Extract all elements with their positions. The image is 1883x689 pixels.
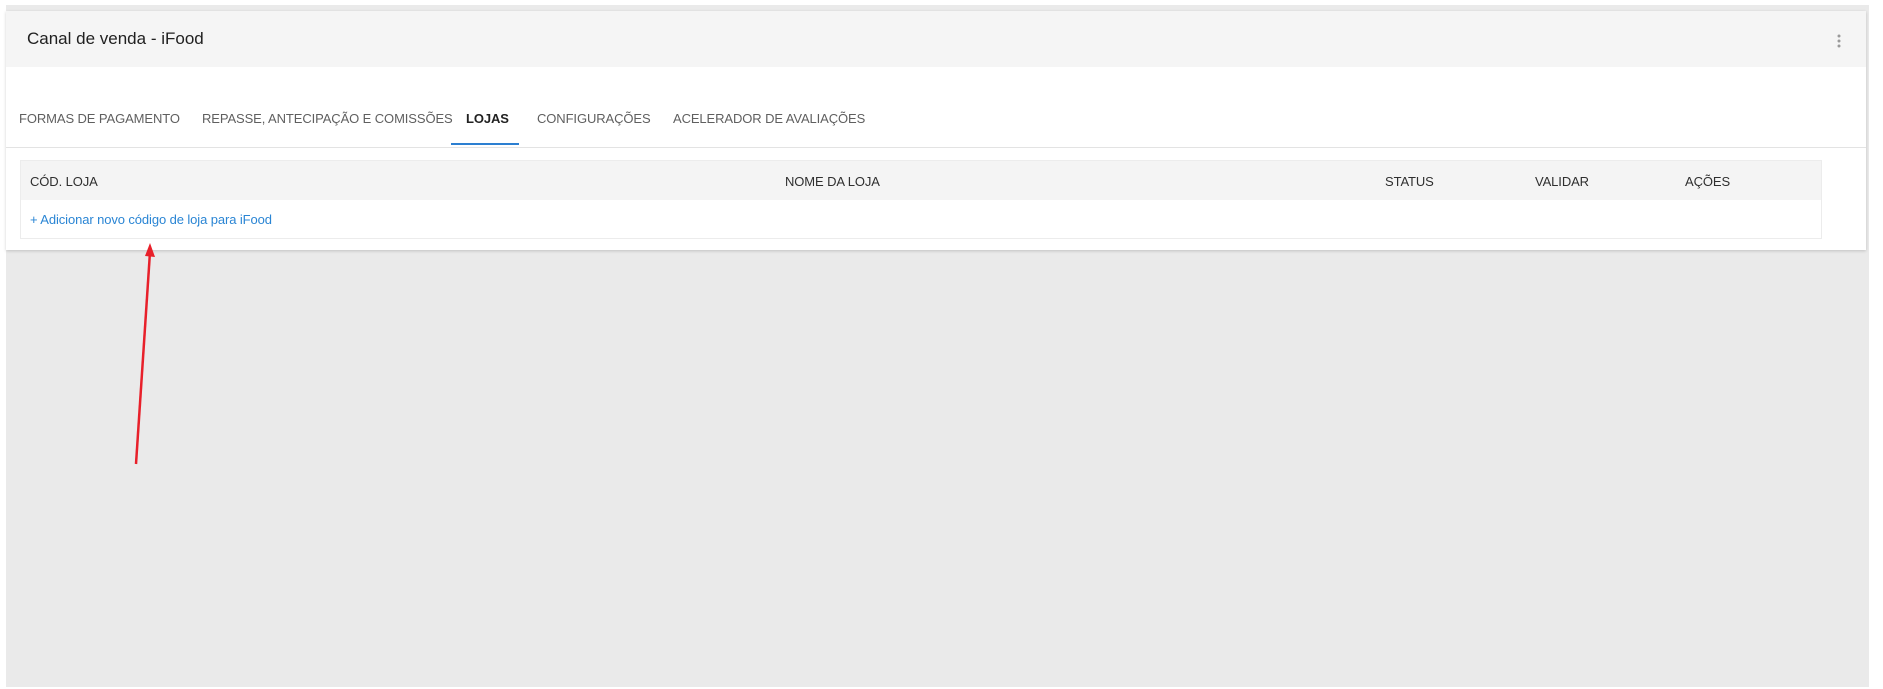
- card-header: Canal de venda - iFood: [6, 11, 1866, 67]
- more-vert-icon[interactable]: [1834, 33, 1844, 49]
- tab-bar: FORMAS DE PAGAMENTO REPASSE, ANTECIPAÇÃO…: [6, 89, 1866, 148]
- card-title: Canal de venda - iFood: [27, 29, 204, 48]
- column-header-validar: VALIDAR: [1535, 174, 1589, 189]
- tab-acelerador-de-avaliacoes[interactable]: ACELERADOR DE AVALIAÇÕES: [673, 111, 865, 126]
- add-store-code-link[interactable]: + Adicionar novo código de loja para iFo…: [30, 212, 272, 227]
- tab-repasse-antecipacao-comissoes[interactable]: REPASSE, ANTECIPAÇÃO E COMISSÕES: [202, 111, 453, 126]
- table-header: CÓD. LOJA NOME DA LOJA STATUS VALIDAR AÇ…: [21, 161, 1821, 200]
- tab-configuracoes[interactable]: CONFIGURAÇÕES: [537, 111, 651, 126]
- column-header-cod-loja: CÓD. LOJA: [30, 174, 98, 189]
- active-tab-indicator: [451, 143, 519, 145]
- stores-table: CÓD. LOJA NOME DA LOJA STATUS VALIDAR AÇ…: [20, 160, 1822, 239]
- tab-formas-de-pagamento[interactable]: FORMAS DE PAGAMENTO: [19, 111, 180, 126]
- page-background: Canal de venda - iFood FORMAS DE PAGAMEN…: [6, 5, 1869, 687]
- column-header-status: STATUS: [1385, 174, 1434, 189]
- tab-lojas[interactable]: LOJAS: [466, 111, 509, 126]
- column-header-acoes: AÇÕES: [1685, 174, 1731, 189]
- column-header-nome-da-loja: NOME DA LOJA: [785, 174, 880, 189]
- sales-channel-card: Canal de venda - iFood FORMAS DE PAGAMEN…: [6, 11, 1866, 250]
